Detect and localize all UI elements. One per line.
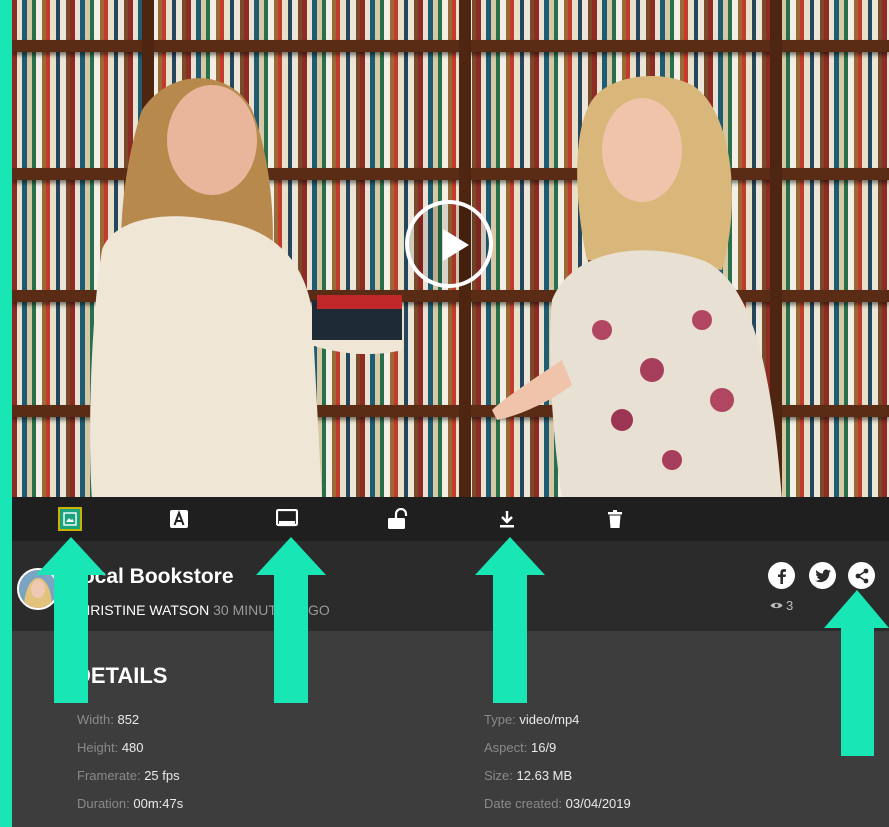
facebook-icon: [777, 568, 786, 584]
share-icon: [855, 568, 868, 583]
annotation-arrow-up: [36, 537, 106, 703]
view-count-value: 3: [786, 598, 794, 613]
detail-type: Type: video/mp4: [484, 712, 579, 727]
share-button[interactable]: [848, 562, 875, 589]
download-button[interactable]: [495, 507, 519, 531]
detail-key: Height:: [77, 740, 119, 755]
media-detail-panel: Local Bookstore CHRISTINE WATSON 30 MINU…: [12, 0, 889, 827]
detail-value: 16/9: [530, 740, 557, 755]
annotation-arrow-up: [256, 537, 326, 703]
twitter-icon: [814, 569, 831, 582]
detail-width: Width: 852: [77, 712, 139, 727]
detail-date-created: Date created: 03/04/2019: [484, 796, 631, 811]
play-button[interactable]: [405, 200, 493, 288]
trash-icon: [608, 510, 622, 528]
detail-value: 480: [121, 740, 144, 755]
screen-button[interactable]: [275, 507, 299, 531]
media-info-bar: Local Bookstore CHRISTINE WATSON 30 MINU…: [12, 541, 889, 631]
annotation-arrow-up: [475, 537, 545, 703]
video-player[interactable]: [12, 0, 889, 497]
thumbnail-button[interactable]: [58, 507, 82, 531]
text-overlay-button[interactable]: [167, 507, 191, 531]
annotation-arrow-up: [824, 590, 889, 756]
thumbnail-icon: [63, 512, 77, 526]
detail-key: Framerate:: [77, 768, 141, 783]
detail-value: 03/04/2019: [565, 796, 631, 811]
detail-key: Date created:: [484, 796, 563, 811]
detail-size: Size: 12.63 MB: [484, 768, 572, 783]
detail-aspect: Aspect: 16/9: [484, 740, 556, 755]
text-overlay-icon: [170, 510, 188, 528]
detail-value: 00m:47s: [133, 796, 184, 811]
detail-value: video/mp4: [519, 712, 580, 727]
details-section: DETAILS Width: 852 Height: 480 Framerate…: [12, 631, 889, 827]
detail-key: Aspect:: [484, 740, 528, 755]
person-right: [492, 75, 782, 497]
detail-value: 12.63 MB: [516, 768, 573, 783]
facebook-share-button[interactable]: [768, 562, 795, 589]
detail-key: Size:: [484, 768, 513, 783]
download-icon: [500, 511, 514, 528]
detail-value: 852: [117, 712, 140, 727]
person-left: [90, 78, 402, 497]
view-count: 3: [770, 598, 793, 613]
detail-key: Type:: [484, 712, 516, 727]
detail-key: Width:: [77, 712, 114, 727]
play-icon: [443, 229, 469, 261]
detail-height: Height: 480: [77, 740, 144, 755]
screen-icon: [276, 509, 298, 527]
unlock-button[interactable]: [385, 507, 409, 531]
delete-button[interactable]: [603, 507, 627, 531]
detail-framerate: Framerate: 25 fps: [77, 768, 180, 783]
detail-duration: Duration: 00m:47s: [77, 796, 183, 811]
eye-icon: [770, 602, 783, 609]
twitter-share-button[interactable]: [809, 562, 836, 589]
detail-value: 25 fps: [144, 768, 180, 783]
detail-key: Duration:: [77, 796, 130, 811]
unlock-icon: [388, 508, 408, 529]
media-toolbar: [12, 497, 889, 541]
